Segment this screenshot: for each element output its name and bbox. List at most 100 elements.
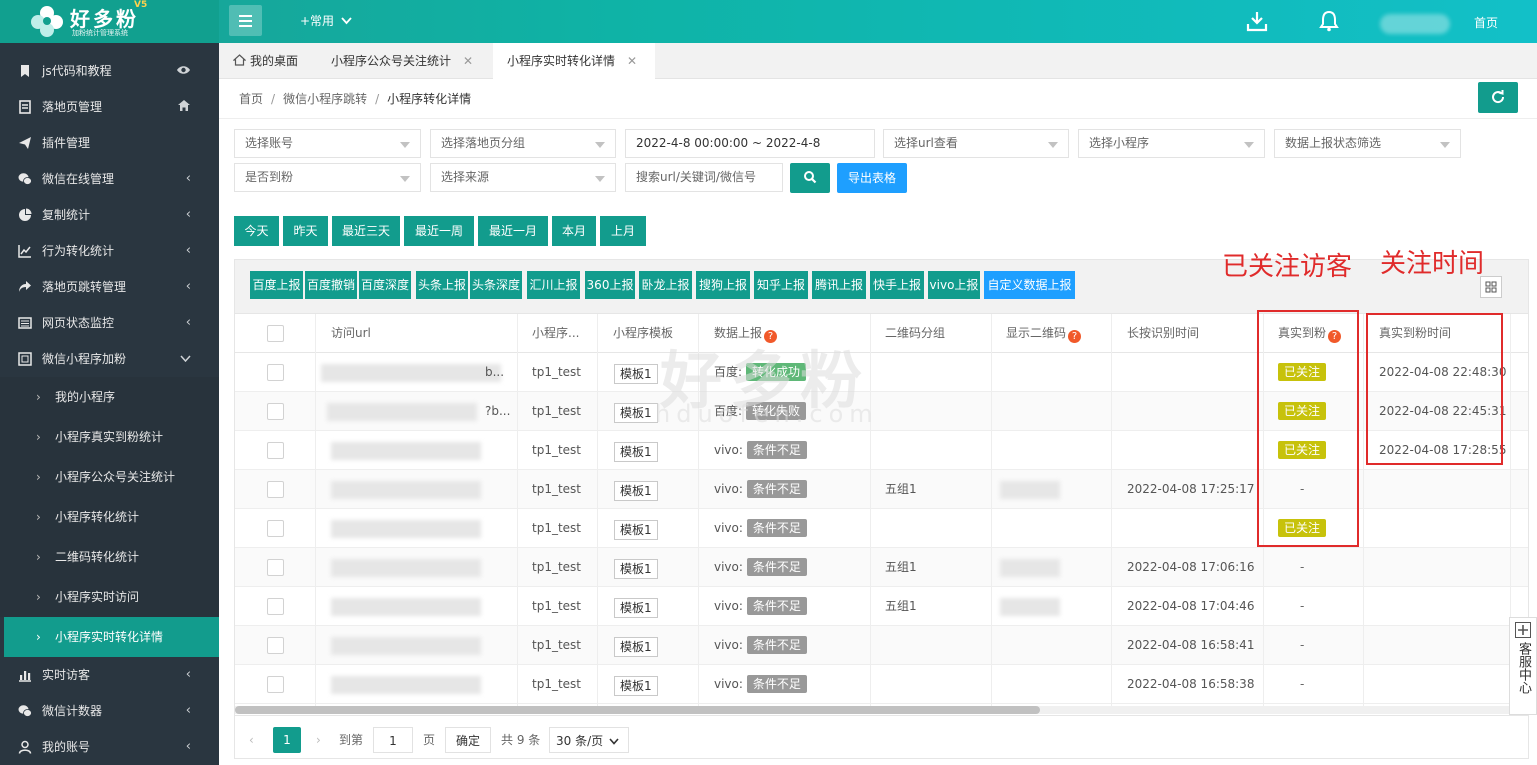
template-button[interactable]: 模板1 [614,403,658,423]
report-zhihu-button[interactable]: 知乎上报 [754,271,808,299]
report-toutiao-button[interactable]: 头条上报 [416,271,468,299]
page-1-button[interactable]: 1 [273,727,301,753]
breadcrumb-jump[interactable]: 微信小程序跳转 [283,92,367,106]
sidebar-sub-qrcode[interactable]: › 二维码转化统计 [0,537,219,577]
col-qr-group[interactable]: 二维码分组 [885,314,945,353]
customer-service-widget[interactable]: 客服中心 [1509,617,1537,715]
range-week-button[interactable]: 最近一周 [404,216,474,246]
report-huichuan-button[interactable]: 汇川上报 [527,271,580,299]
tab-follow-stats[interactable]: 小程序公众号关注统计 ✕ [331,43,473,79]
brand-logo[interactable]: 好多粉 V5 加粉统计管理系统 [0,0,219,43]
template-button[interactable]: 模板1 [614,637,658,657]
template-button[interactable]: 模板1 [614,481,658,501]
sidebar-sub-follow-stats[interactable]: › 小程序公众号关注统计 [0,457,219,497]
source-select[interactable]: 选择来源 [430,163,616,192]
mini-program-select[interactable]: 选择小程序 [1078,129,1265,158]
row-checkbox[interactable] [267,481,284,498]
sidebar-item-plugins[interactable]: 插件管理 [0,125,219,161]
sidebar-item-my-account[interactable]: 我的账号 ‹ [0,729,219,765]
breadcrumb-home[interactable]: 首页 [239,92,263,106]
user-menu[interactable] [1380,14,1450,34]
template-button[interactable]: 模板1 [614,520,658,540]
report-vivo-button[interactable]: vivo上报 [928,271,980,299]
col-template[interactable]: 小程序模板 [613,314,673,353]
close-icon[interactable]: ✕ [627,54,637,68]
bell-icon[interactable] [1319,10,1339,32]
report-custom-button[interactable]: 自定义数据上报 [984,271,1075,299]
report-kuaishou-button[interactable]: 快手上报 [870,271,924,299]
sidebar-sub-realtime-detail[interactable]: › 小程序实时转化详情 [4,617,219,657]
download-icon[interactable] [1246,10,1268,32]
col-url[interactable]: 访问url [331,314,371,353]
col-report[interactable]: 数据上报? [714,314,778,353]
sidebar-item-copy-stats[interactable]: 复制统计 ‹ [0,197,219,233]
goto-page-input[interactable]: 1 [373,727,413,753]
range-yesterday-button[interactable]: 昨天 [283,216,328,246]
sidebar-item-mini-program[interactable]: 微信小程序加粉 [0,341,219,377]
template-button[interactable]: 模板1 [614,676,658,696]
table-row[interactable]: tp1_test 模板1 vivo: 条件不足 五组1 2022-04-08 17:06:… [235,548,1528,587]
row-checkbox[interactable] [267,598,284,615]
sidebar-item-realtime-visitors[interactable]: 实时访客 ‹ [0,657,219,693]
close-icon[interactable]: ✕ [463,54,473,68]
select-all-checkbox[interactable] [267,325,284,342]
report-baidu-deep-button[interactable]: 百度深度 [359,271,411,299]
refresh-button[interactable] [1478,82,1518,113]
page-size-select[interactable]: 30 条/页 [549,727,629,753]
date-range-input[interactable]: 2022-4-8 00:00:00 ~ 2022-4-8 23:59:59 [625,129,875,177]
template-button[interactable]: 模板1 [614,442,658,462]
row-checkbox[interactable] [267,520,284,537]
next-page-icon[interactable]: › [316,727,321,753]
row-checkbox[interactable] [267,559,284,576]
report-tencent-button[interactable]: 腾讯上报 [812,271,866,299]
goto-confirm-button[interactable]: 确定 [445,727,491,753]
template-button[interactable]: 模板1 [614,364,658,384]
sidebar-item-wechat-online[interactable]: 微信在线管理 ‹ [0,161,219,197]
prev-page-icon[interactable]: ‹ [249,727,254,753]
table-row[interactable]: tp1_test 模板1 vivo: 条件不足 2022-04-08 16:58:38 - [235,665,1528,704]
report-sogou-button[interactable]: 搜狗上报 [696,271,750,299]
range-last-month-button[interactable]: 上月 [600,216,646,246]
table-row[interactable]: tp1_test 模板1 vivo: 条件不足 2022-04-08 16:58:41 - [235,626,1528,665]
report-wolong-button[interactable]: 卧龙上报 [639,271,692,299]
row-checkbox[interactable] [267,442,284,459]
search-input[interactable]: 搜索url/关键词/微信号 [625,163,783,192]
sidebar-sub-realtime-visit[interactable]: › 小程序实时访问 [0,577,219,617]
col-show-qr[interactable]: 显示二维码? [1006,314,1082,353]
row-checkbox[interactable] [267,676,284,693]
template-button[interactable]: 模板1 [614,559,658,579]
row-checkbox[interactable] [267,364,284,381]
home-link[interactable]: 首页 [1474,14,1498,31]
report-360-button[interactable]: 360上报 [585,271,635,299]
sidebar-item-monitor[interactable]: 网页状态监控 ‹ [0,305,219,341]
range-this-month-button[interactable]: 本月 [552,216,596,246]
table-row[interactable]: tp1_test 模板1 vivo: 条件不足 五组1 2022-04-08 17:04:… [235,587,1528,626]
sidebar-sub-my-mini[interactable]: › 我的小程序 [0,377,219,417]
template-button[interactable]: 模板1 [614,598,658,618]
sidebar-sub-real-fans[interactable]: › 小程序真实到粉统计 [0,417,219,457]
report-status-select[interactable]: 数据上报状态筛选 [1274,129,1461,158]
common-menu[interactable]: +常用 [300,12,352,29]
is-fan-select[interactable]: 是否到粉 [234,163,421,192]
help-icon[interactable]: ? [1068,330,1082,343]
range-month-button[interactable]: 最近一月 [478,216,548,246]
sidebar-item-jump[interactable]: 落地页跳转管理 ‹ [0,269,219,305]
search-button[interactable] [790,163,830,193]
range-3days-button[interactable]: 最近三天 [332,216,400,246]
menu-toggle-button[interactable] [229,5,262,36]
url-view-select[interactable]: 选择url查看 [883,129,1069,158]
report-toutiao-deep-button[interactable]: 头条深度 [470,271,522,299]
sidebar-item-wechat-counter[interactable]: 微信计数器 ‹ [0,693,219,729]
report-baidu-button[interactable]: 百度上报 [250,271,303,299]
horizontal-scrollbar-thumb[interactable] [235,706,1040,714]
url-tail[interactable]: ?b... [485,392,510,430]
sidebar-item-landing[interactable]: 落地页管理 [0,89,219,125]
sidebar-item-behavior[interactable]: 行为转化统计 ‹ [0,233,219,269]
row-checkbox[interactable] [267,637,284,654]
export-button[interactable]: 导出表格 [837,163,907,193]
col-press-time[interactable]: 长按识别时间 [1127,314,1199,353]
url-tail[interactable]: b... [485,353,504,391]
report-baidu-revoke-button[interactable]: 百度撤销 [305,271,357,299]
col-mini-program[interactable]: 小程序... [532,314,579,353]
help-icon[interactable]: ? [764,330,778,343]
